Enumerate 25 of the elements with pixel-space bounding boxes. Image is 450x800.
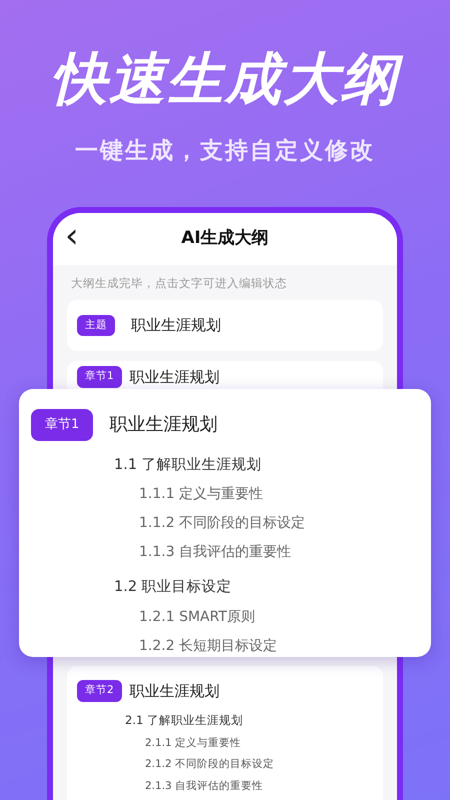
subsection-title[interactable]: 1.1.2 不同阶段的目标设定 <box>139 513 431 534</box>
subsection-title[interactable]: 1.1.3 自我评估的重要性 <box>139 542 431 564</box>
subheadline: 一键生成，支持自定义修改 <box>74 137 376 166</box>
screen-title: AI生成大纲 <box>181 228 269 248</box>
chapter-tag: 章节1 <box>31 409 94 440</box>
topic-card[interactable]: 主题 职业生涯规划 <box>67 300 383 351</box>
headline: 快速生成大纲 <box>0 0 450 108</box>
subsection-title[interactable]: 1.1.1 定义与重要性 <box>139 484 431 506</box>
subsection-title[interactable]: 1.2.2 长短期目标设定 <box>139 636 431 657</box>
back-button[interactable]: ‹ <box>65 219 79 253</box>
section-title[interactable]: 2.1 了解职业生涯规划 <box>125 712 373 730</box>
subsection-title[interactable]: 2.1.2 不同阶段的目标设定 <box>145 757 373 773</box>
subsection-title[interactable]: 1.2.1 SMART原则 <box>139 607 431 628</box>
hint-text: 大纲生成完毕，点击文字可进入编辑状态 <box>70 275 288 292</box>
chapter-tag: 章节1 <box>77 366 122 388</box>
topic-tag: 主题 <box>77 314 115 336</box>
chapter-tag: 章节2 <box>77 680 122 702</box>
chapter-title[interactable]: 职业生涯规划 <box>109 411 218 438</box>
chapter-title[interactable]: 职业生涯规划 <box>130 366 220 388</box>
subsection-title[interactable]: 2.1.3 自我评估的重要性 <box>145 779 373 795</box>
chapter-title[interactable]: 职业生涯规划 <box>130 680 220 702</box>
section-title[interactable]: 1.1 了解职业生涯规划 <box>114 454 431 476</box>
topic-title[interactable]: 职业生涯规划 <box>131 314 221 337</box>
section-title[interactable]: 1.2 职业目标设定 <box>114 577 431 599</box>
subsection-title[interactable]: 2.1.1 定义与重要性 <box>145 736 373 752</box>
